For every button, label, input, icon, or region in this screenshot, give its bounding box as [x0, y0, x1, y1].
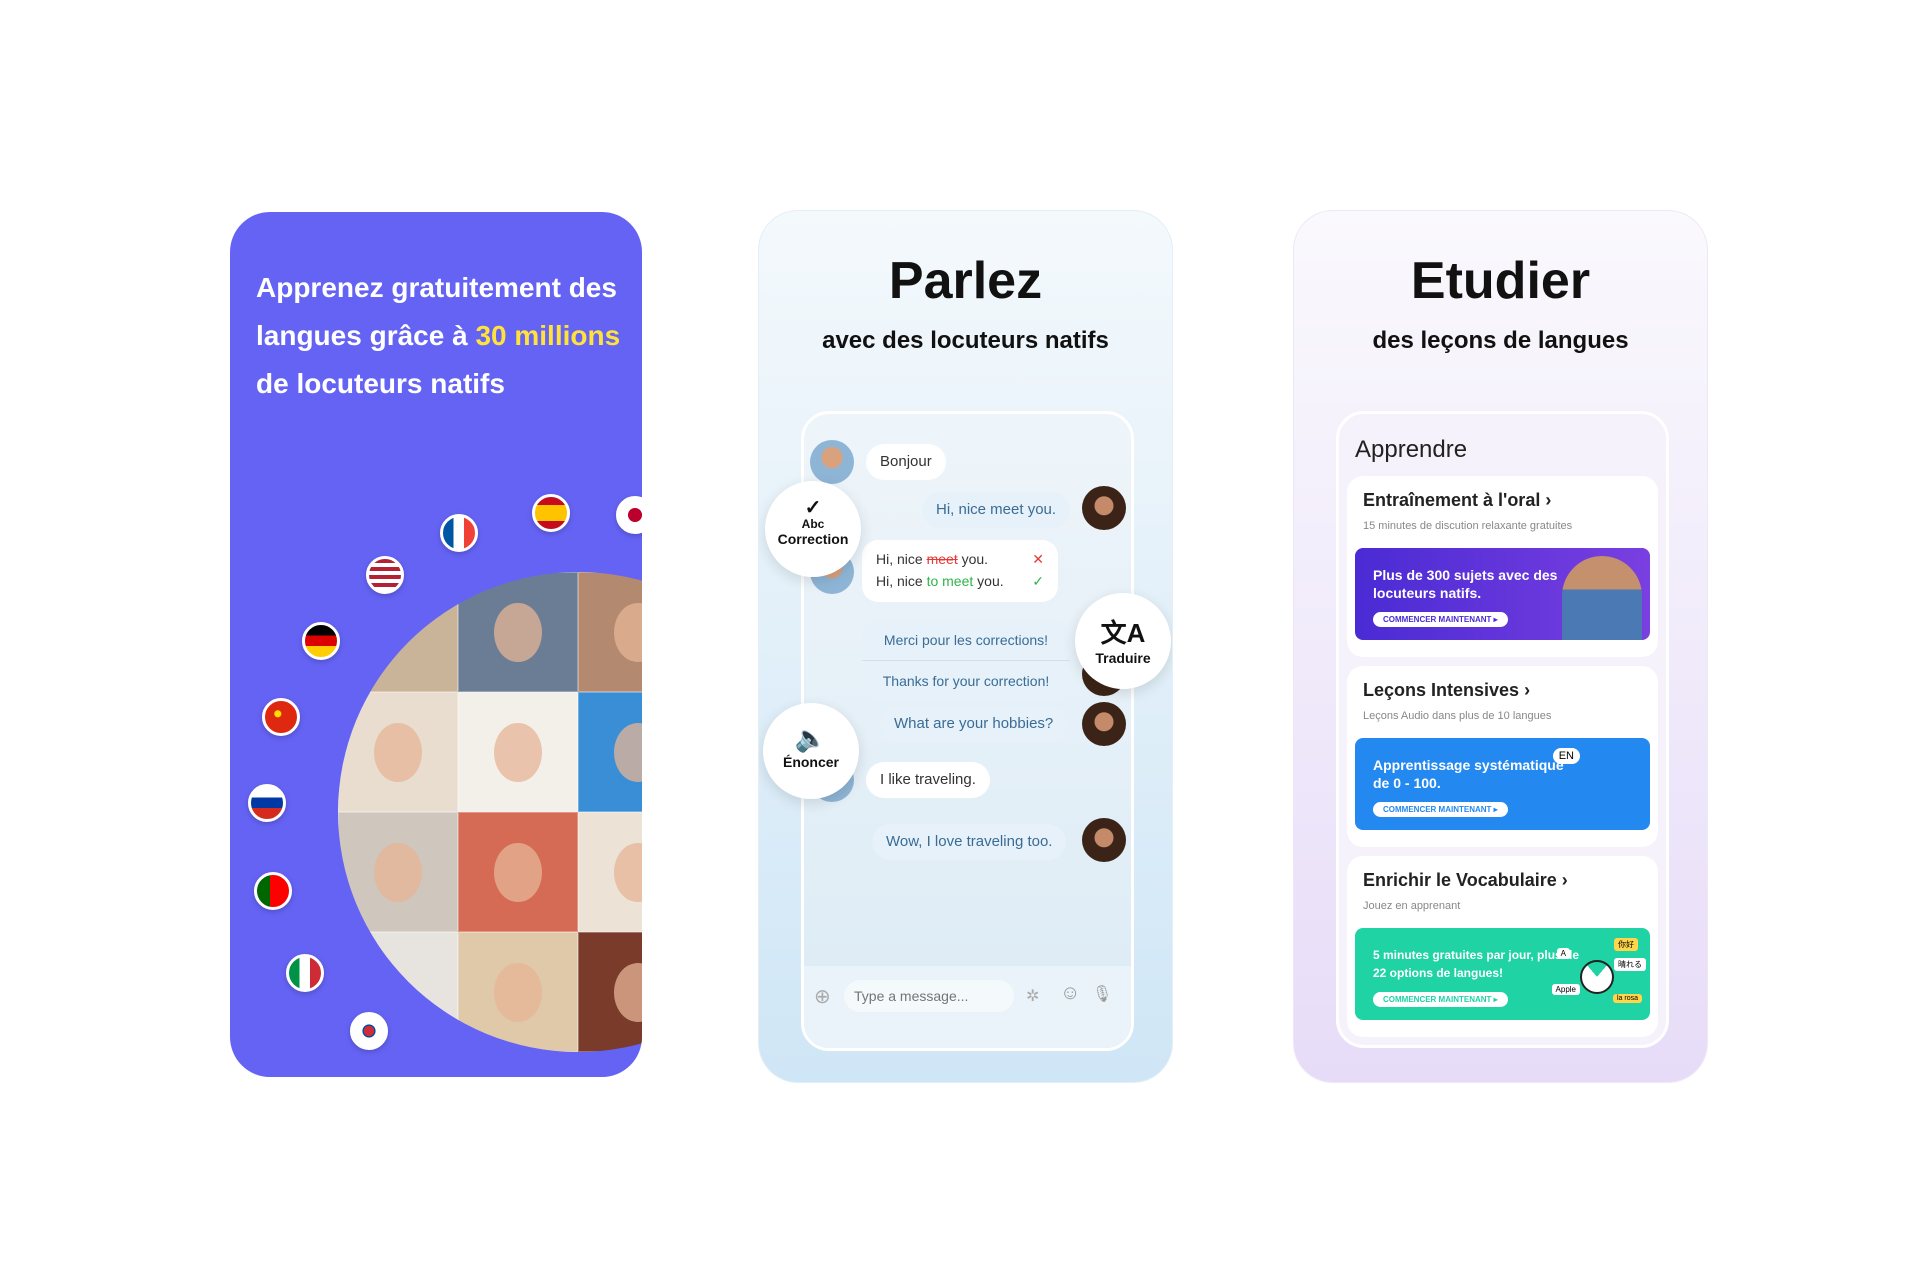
avatar — [1082, 486, 1126, 530]
section-vocabulary[interactable]: Enrichir le Vocabulaire › Jouez en appre… — [1347, 856, 1658, 1037]
flag-italy-icon — [286, 954, 324, 992]
panel-subtitle: des leçons de langues — [1372, 327, 1629, 354]
wrong-icon: ✕ — [1032, 551, 1044, 567]
message-input[interactable] — [844, 980, 1014, 1012]
native-speakers-photo-globe — [338, 572, 642, 1052]
message-bubble: Bonjour — [866, 444, 946, 480]
correction-bubble: Hi, nice meet you. ✕ Hi, nice to meet you… — [862, 540, 1058, 602]
message-bubble: What are your hobbies? — [880, 706, 1068, 742]
flag-russia-icon — [248, 784, 286, 822]
translate-icon: 文A — [1100, 618, 1146, 648]
emoji-icon[interactable]: ☺ — [1060, 982, 1080, 1005]
avatar — [1082, 702, 1126, 746]
headline: Apprenez gratuitement des langues grâce … — [256, 272, 621, 399]
start-now-button[interactable]: COMMENCER MAINTENANT ▸ — [1373, 802, 1508, 817]
message-bubble: I like traveling. — [866, 762, 990, 798]
section-speaking[interactable]: Entraînement à l'oral › 15 minutes de di… — [1347, 476, 1658, 657]
start-now-button[interactable]: COMMENCER MAINTENANT ▸ — [1373, 992, 1508, 1007]
chevron-right-icon: › — [1545, 490, 1552, 510]
start-now-button[interactable]: COMMENCER MAINTENANT ▸ — [1373, 612, 1508, 627]
flag-china-icon — [262, 698, 300, 736]
learn-card: Apprendre Entraînement à l'oral › 15 min… — [1336, 411, 1669, 1048]
flag-france-icon — [440, 514, 478, 552]
panel-title: Etudier — [1410, 252, 1591, 310]
translated-message: Merci pour les corrections! Thanks for y… — [862, 620, 1070, 700]
check-icon: ✓ — [1032, 573, 1044, 589]
promo-panel-study: Etudier des leçons de langues Apprendre … — [1293, 210, 1708, 1083]
illustration — [1562, 556, 1642, 640]
flag-korea-icon — [350, 1012, 388, 1050]
banner[interactable]: Apprentissage systématique de 0 - 100. CO… — [1355, 738, 1650, 830]
headline-highlight: 30 millions — [475, 320, 621, 351]
panel-title: Parlez — [888, 252, 1043, 310]
message-input-bar: ⊕ ✲ ☺ 🎙 — [804, 966, 1131, 1048]
banner[interactable]: 5 minutes gratuites par jour, plus de 22… — [1355, 928, 1650, 1020]
panel-subtitle: avec des locuteurs natifs — [822, 327, 1109, 354]
pacman-illustration — [1580, 960, 1614, 994]
speak-badge: 🔈 Énoncer — [763, 703, 859, 799]
message-bubble: Hi, nice meet you. — [922, 492, 1071, 528]
flag-germany-icon — [302, 622, 340, 660]
avatar — [1082, 818, 1126, 862]
check-icon: ✓ — [804, 497, 822, 519]
flag-spain-icon — [532, 494, 570, 532]
avatar — [810, 440, 854, 484]
chevron-right-icon: › — [1524, 680, 1531, 700]
add-icon[interactable]: ⊕ — [814, 984, 831, 1009]
speaker-icon: 🔈 — [794, 723, 828, 753]
promo-panel-community: Apprenez gratuitement des langues grâce … — [230, 212, 642, 1077]
promo-panel-speak: Parlez avec des locuteurs natifs Bonjour… — [758, 210, 1173, 1083]
chevron-right-icon: › — [1561, 870, 1568, 890]
sparkle-icon[interactable]: ✲ — [1026, 986, 1039, 1006]
flag-portugal-icon — [254, 872, 292, 910]
flag-usa-icon — [366, 556, 404, 594]
correction-badge: ✓ Abc Correction — [765, 481, 861, 577]
microphone-icon[interactable]: 🎙 — [1092, 984, 1112, 1004]
card-title: Apprendre — [1355, 436, 1468, 463]
translate-badge: 文A Traduire — [1075, 593, 1171, 689]
flag-japan-icon — [616, 496, 642, 534]
message-bubble: Wow, I love traveling too. — [872, 824, 1067, 860]
section-intensive[interactable]: Leçons Intensives › Leçons Audio dans pl… — [1347, 666, 1658, 847]
banner[interactable]: Plus de 300 sujets avec des locuteurs na… — [1355, 548, 1650, 640]
